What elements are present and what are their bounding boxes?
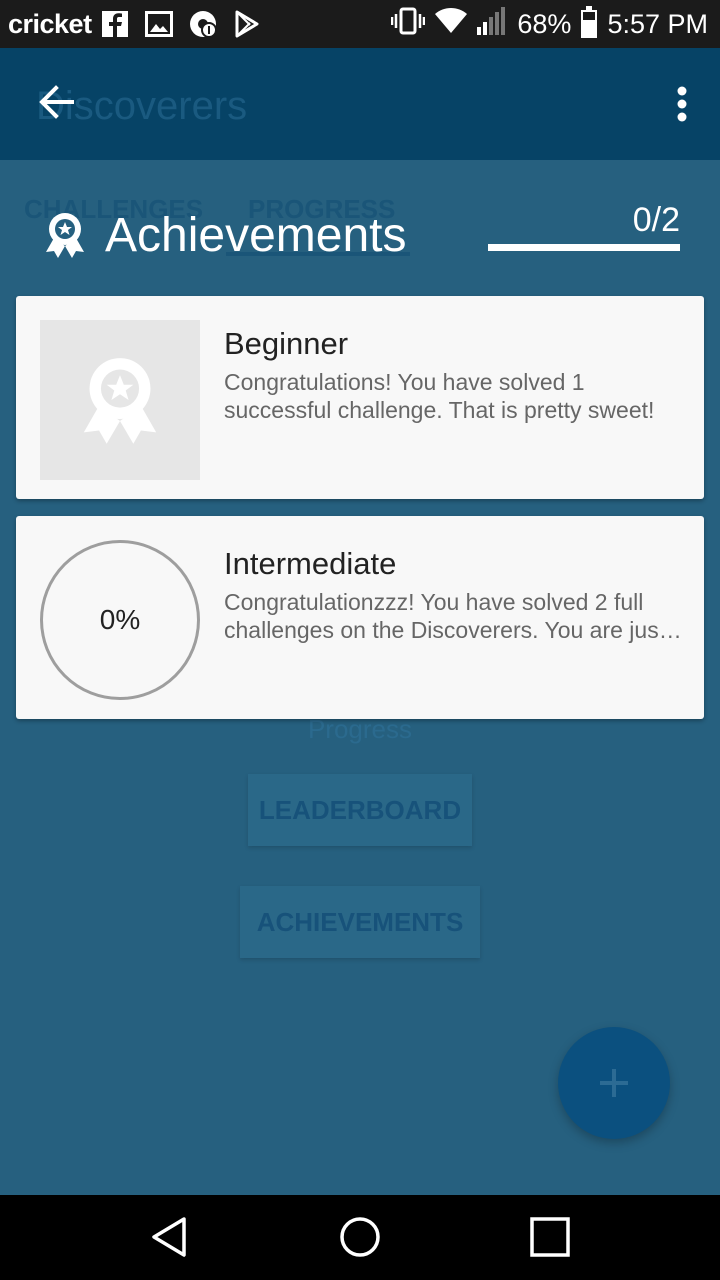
- achievement-card-beginner[interactable]: Beginner Congratulations! You have solve…: [16, 296, 704, 499]
- achievement-title: Beginner: [224, 326, 349, 361]
- system-status: 68% 5:57 PM: [391, 6, 708, 42]
- achievement-badge-image: [40, 320, 200, 480]
- battery-percent: 68%: [517, 8, 572, 39]
- achievements-count: 0/2: [632, 201, 680, 239]
- ribbon-badge-icon: [83, 358, 157, 444]
- achievement-title: Intermediate: [224, 546, 397, 581]
- clock: 5:57 PM: [607, 8, 708, 39]
- status-bar: cricket 68% 5:57 PM: [0, 0, 720, 48]
- notification-icons: [100, 9, 262, 39]
- add-fab-button: [558, 1027, 670, 1139]
- achievements-title: Achievements: [105, 209, 407, 262]
- description-line: Congratulationzzz! You have solved 2 ful…: [224, 589, 644, 615]
- system-nav-bar: [0, 1195, 720, 1280]
- nav-recents-icon[interactable]: [528, 1215, 572, 1259]
- achievements-progress-bar: [488, 244, 680, 251]
- achievement-card-intermediate[interactable]: 0% Intermediate Congratulationzzz! You h…: [16, 516, 704, 719]
- signal-icon: [477, 6, 507, 42]
- leaderboard-button: LEADERBOARD: [248, 774, 472, 846]
- achievement-progress-ring: 0%: [40, 540, 200, 700]
- battery-icon: [581, 6, 598, 38]
- chrome-icon: [188, 9, 218, 39]
- image-icon: [144, 9, 174, 39]
- vibrate-icon: [391, 7, 426, 42]
- carrier-label: cricket: [8, 9, 92, 39]
- nav-back-icon[interactable]: [148, 1215, 192, 1259]
- description-line: challenges on the Discoverers. You are j…: [224, 617, 684, 643]
- back-arrow-icon[interactable]: [36, 82, 76, 122]
- description-line: successful challenge. That is pretty swe…: [224, 397, 655, 423]
- description-line: Congratulations! You have solved 1: [224, 369, 585, 395]
- facebook-icon: [100, 9, 130, 39]
- app-toolbar: Discoverers: [0, 48, 720, 160]
- wifi-icon: [435, 7, 468, 41]
- achievement-ribbon-icon: [44, 212, 86, 258]
- achievements-button: ACHIEVEMENTS: [240, 886, 480, 958]
- nav-home-icon[interactable]: [338, 1215, 382, 1259]
- overflow-menu-icon[interactable]: [676, 86, 688, 122]
- achievement-description: Congratulationzzz! You have solved 2 ful…: [224, 588, 684, 644]
- play-store-icon: [232, 9, 262, 39]
- progress-percent: 0%: [99, 604, 141, 635]
- plus-icon: [600, 1069, 628, 1097]
- achievement-description: Congratulations! You have solved 1 succe…: [224, 368, 684, 424]
